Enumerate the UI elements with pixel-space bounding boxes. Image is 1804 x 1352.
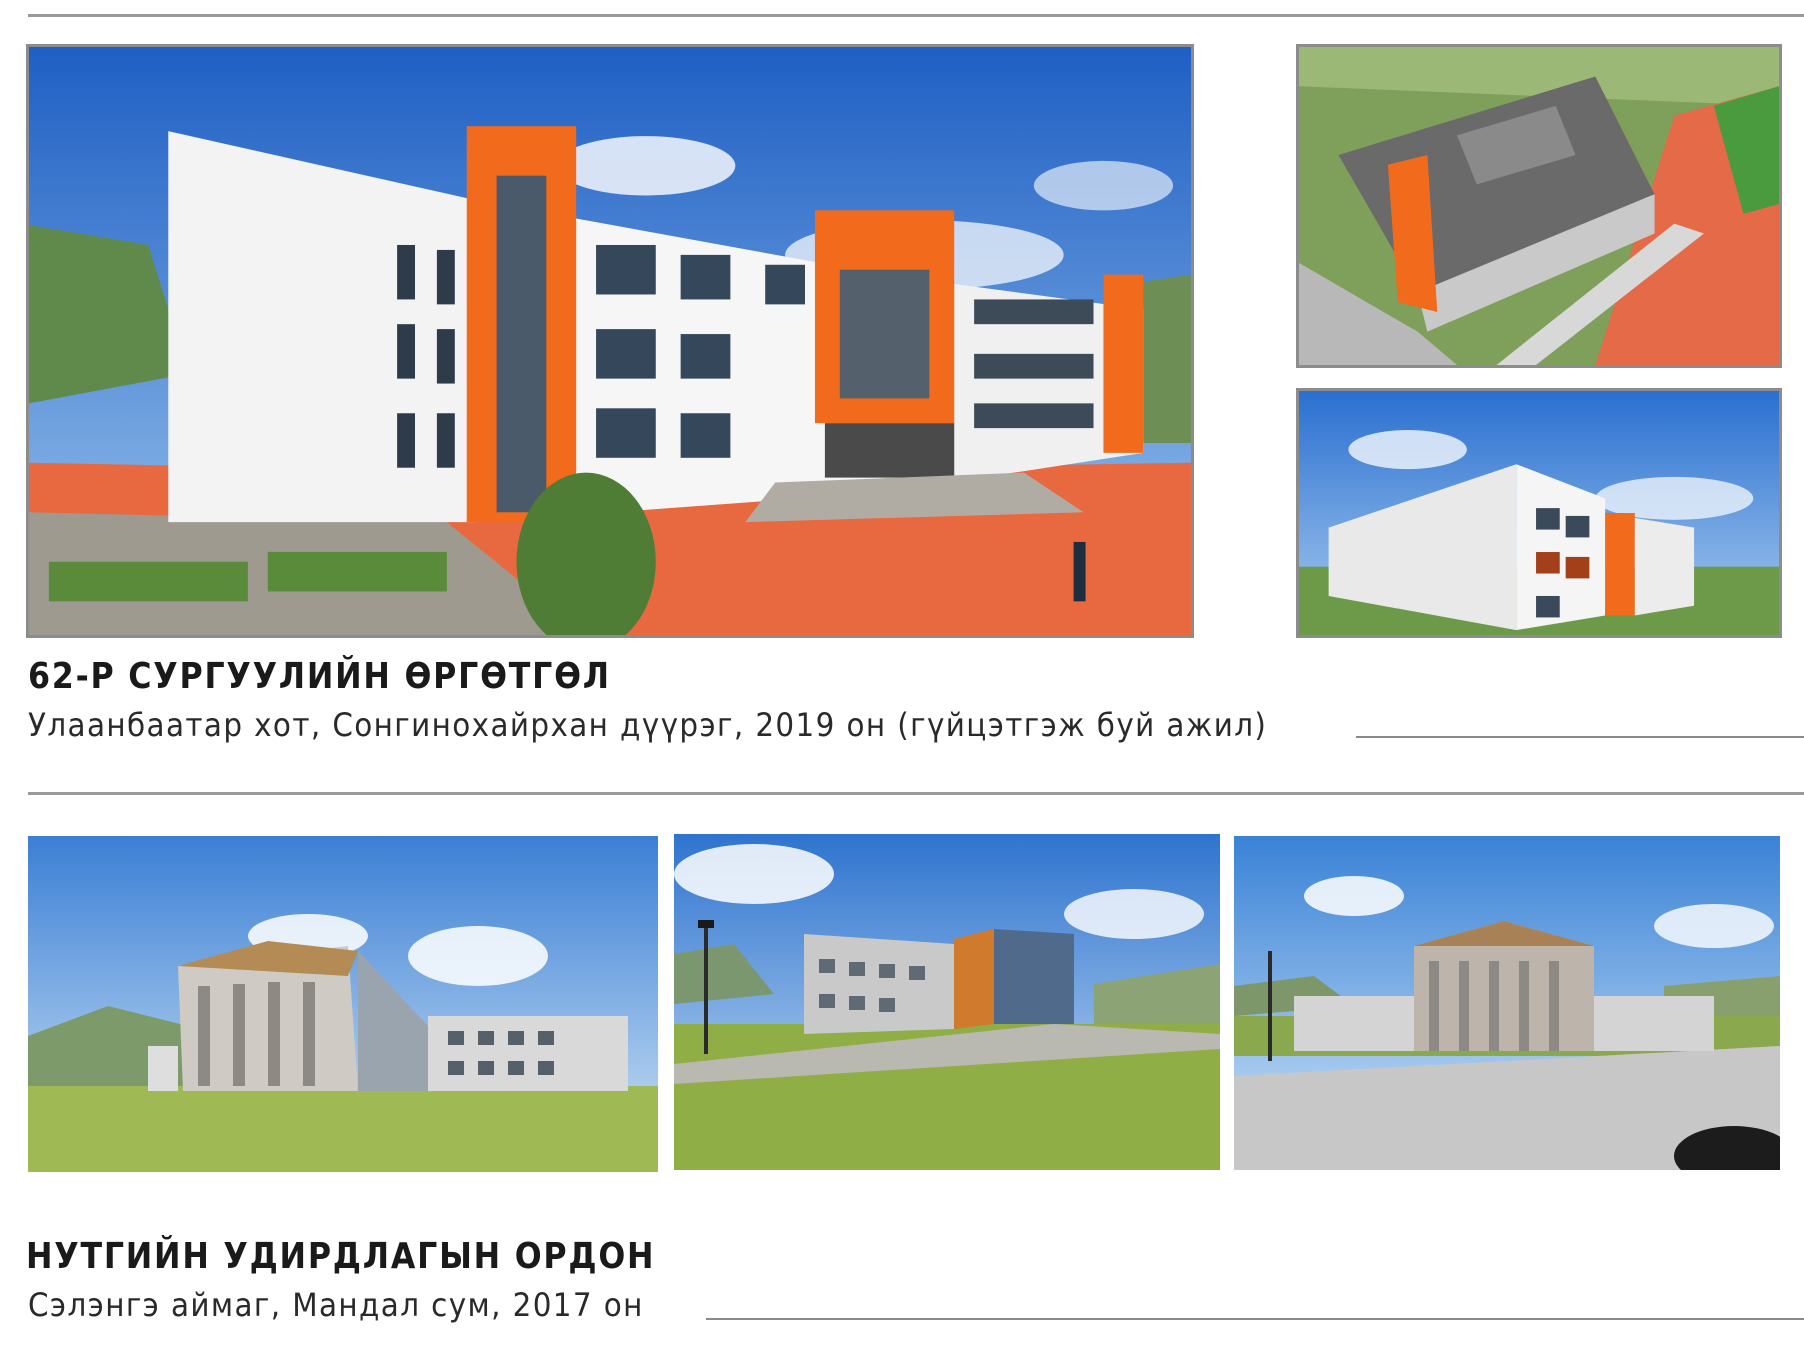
project-1-title: 62-Р СУРГУУЛИЙН ӨРГӨТГӨЛ xyxy=(28,656,611,697)
project-2-title: НУТГИЙН УДИРДЛАГЫН ОРДОН xyxy=(26,1236,656,1277)
school-aerial-render xyxy=(1296,44,1782,368)
project-1-subtitle: Улаанбаатар хот, Сонгинохайрхан дүүрэг, … xyxy=(28,706,1268,744)
school-side-render xyxy=(1296,388,1782,638)
top-rule xyxy=(28,14,1804,17)
project-1-caption-rule xyxy=(1356,736,1804,738)
project-2-caption-rule xyxy=(706,1318,1804,1320)
palace-front-render xyxy=(1234,836,1780,1170)
school-main-render xyxy=(26,44,1194,638)
palace-middle-render xyxy=(674,834,1220,1170)
palace-left-render xyxy=(28,836,658,1172)
project-2-subtitle: Сэлэнгэ аймаг, Мандал сум, 2017 он xyxy=(28,1286,644,1324)
section-divider-rule xyxy=(28,792,1804,795)
